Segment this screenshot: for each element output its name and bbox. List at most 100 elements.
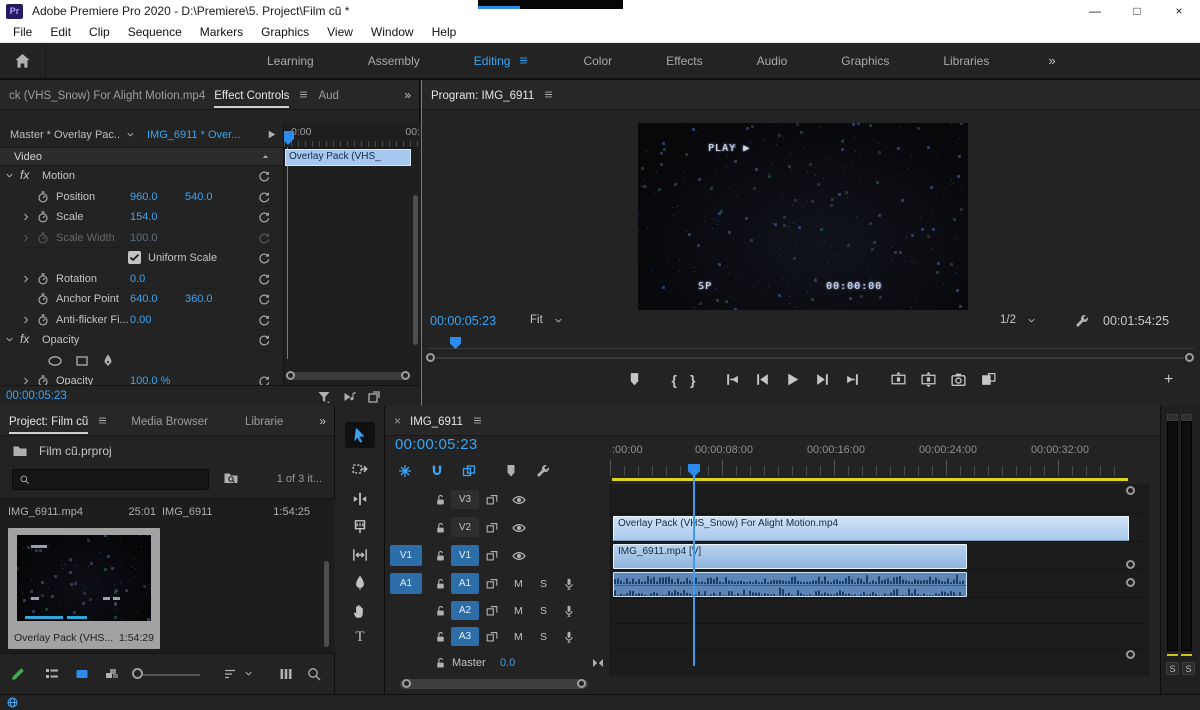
chevron-down-icon[interactable] xyxy=(243,668,254,679)
panel-menu-icon[interactable] xyxy=(472,415,483,426)
hamburger-icon[interactable] xyxy=(518,55,529,66)
sync-lock-icon[interactable] xyxy=(485,577,499,591)
menu-window[interactable]: Window xyxy=(362,25,423,39)
bowtie-icon[interactable] xyxy=(590,655,606,671)
tool-ripple-edit[interactable] xyxy=(345,486,375,512)
timeline-horizontal-scrollbar[interactable] xyxy=(400,678,1135,690)
lock-icon[interactable] xyxy=(434,521,447,534)
project-item-selected[interactable]: Overlay Pack (VHS...1:54:29 xyxy=(8,528,160,649)
add-marker-icon[interactable] xyxy=(503,463,519,479)
scroll-handle-right[interactable] xyxy=(577,679,586,688)
menu-help[interactable]: Help xyxy=(423,25,466,39)
source-patch-a1[interactable]: A1 xyxy=(390,573,422,594)
effect-mini-ruler[interactable]: 0:00 00: xyxy=(284,122,420,148)
linked-selection-icon[interactable] xyxy=(461,463,477,479)
chevron-down-icon[interactable] xyxy=(4,170,15,181)
property-value[interactable]: 100.0 % xyxy=(130,375,170,385)
tab-audio-partial[interactable]: Aud xyxy=(318,82,338,108)
tool-hand[interactable] xyxy=(345,598,375,624)
panel-overflow-button[interactable]: » xyxy=(319,414,325,428)
workspace-tab-learning[interactable]: Learning xyxy=(240,42,341,79)
solo-button[interactable]: S xyxy=(540,631,547,643)
lock-icon[interactable] xyxy=(434,550,447,563)
settings-wrench-icon[interactable] xyxy=(1074,313,1090,329)
mini-clip-bar[interactable]: Overlay Pack (VHS_ xyxy=(285,149,411,166)
track-target-v2[interactable]: V2 xyxy=(451,517,479,537)
mini-scrollbar-thumb[interactable] xyxy=(291,372,405,380)
track-scroll-handle[interactable] xyxy=(1126,650,1135,659)
go-to-out-icon[interactable] xyxy=(844,371,861,388)
menu-clip[interactable]: Clip xyxy=(80,25,119,39)
pen-mask-icon[interactable] xyxy=(100,353,116,369)
sync-lock-icon[interactable] xyxy=(485,493,499,507)
mic-icon[interactable] xyxy=(562,604,576,618)
lock-icon[interactable] xyxy=(434,657,447,670)
rect-mask-icon[interactable] xyxy=(74,353,90,369)
program-scrub-track[interactable] xyxy=(428,348,1194,349)
scroll-handle-left[interactable] xyxy=(402,679,411,688)
workspace-tab-graphics[interactable]: Graphics xyxy=(814,42,916,79)
close-button[interactable]: × xyxy=(1158,0,1200,22)
reset-icon[interactable] xyxy=(257,231,271,245)
sync-status-globe-icon[interactable] xyxy=(6,696,19,709)
track-scroll-handle[interactable] xyxy=(1126,560,1135,569)
tool-pen[interactable] xyxy=(345,570,375,596)
play-toggle-icon[interactable] xyxy=(266,129,277,140)
project-item-label[interactable]: IMG_69111:54:25 xyxy=(162,506,310,518)
reset-icon[interactable] xyxy=(257,333,271,347)
export-frame-icon[interactable] xyxy=(950,371,967,388)
master-level-value[interactable]: 0.0 xyxy=(500,657,515,669)
panel-menu-icon[interactable] xyxy=(543,89,554,100)
lock-icon[interactable] xyxy=(434,605,447,618)
stopwatch-icon[interactable] xyxy=(36,231,50,245)
reset-icon[interactable] xyxy=(257,210,271,224)
play-audio-icon[interactable] xyxy=(342,389,358,405)
chevron-right-icon[interactable] xyxy=(20,375,32,385)
ellipse-mask-icon[interactable] xyxy=(44,353,66,369)
settings-wrench-icon[interactable] xyxy=(535,463,551,479)
program-timecode[interactable]: 00:00:05:23 xyxy=(430,314,496,328)
effect-playhead-timecode[interactable]: 00:00:05:23 xyxy=(6,390,67,402)
panel-menu-icon[interactable] xyxy=(97,415,108,426)
sync-lock-icon[interactable] xyxy=(485,549,499,563)
workspace-overflow-button[interactable]: » xyxy=(1048,53,1054,68)
tab-media-browser[interactable]: Media Browser xyxy=(131,408,208,434)
chevron-right-icon[interactable] xyxy=(20,314,32,326)
mic-icon[interactable] xyxy=(562,630,576,644)
stopwatch-icon[interactable] xyxy=(36,292,50,306)
checkbox-checked-icon[interactable] xyxy=(128,251,141,264)
track-target-a3[interactable]: A3 xyxy=(451,627,479,646)
video-section-header[interactable]: Video xyxy=(0,148,283,166)
reset-icon[interactable] xyxy=(257,374,271,385)
source-patch-v1[interactable]: V1 xyxy=(390,545,422,566)
fit-dropdown[interactable]: Fit xyxy=(530,314,564,326)
track-scroll-handle[interactable] xyxy=(1126,578,1135,587)
eye-icon[interactable] xyxy=(511,520,527,536)
play-icon[interactable] xyxy=(784,371,801,388)
pencil-icon[interactable] xyxy=(10,666,26,682)
lock-icon[interactable] xyxy=(434,494,447,507)
stopwatch-icon[interactable] xyxy=(36,374,50,385)
menu-edit[interactable]: Edit xyxy=(41,25,80,39)
workspace-tab-color[interactable]: Color xyxy=(556,42,639,79)
menu-view[interactable]: View xyxy=(318,25,362,39)
chevron-down-icon[interactable] xyxy=(4,334,15,345)
tool-slip[interactable] xyxy=(345,542,375,568)
mark-out-icon[interactable]: } xyxy=(690,372,695,388)
project-root-bin[interactable]: Film cũ.prproj xyxy=(12,443,112,459)
tab-source-monitor-partial[interactable]: ck (VHS_Snow) For Alight Motion.mp4 xyxy=(9,82,205,108)
stopwatch-icon[interactable] xyxy=(36,210,50,224)
timeline-timecode[interactable]: 00:00:05:23 xyxy=(395,436,478,453)
step-forward-icon[interactable] xyxy=(814,371,831,388)
reset-icon[interactable] xyxy=(257,251,271,265)
mark-in-icon[interactable]: { xyxy=(672,372,677,388)
workspace-tab-effects[interactable]: Effects xyxy=(639,42,729,79)
filter-properties-icon[interactable] xyxy=(316,389,332,405)
property-value[interactable]: 540.0 xyxy=(185,191,213,203)
freeform-view-icon[interactable] xyxy=(104,666,120,682)
reset-icon[interactable] xyxy=(257,313,271,327)
sync-lock-icon[interactable] xyxy=(485,630,499,644)
menu-graphics[interactable]: Graphics xyxy=(252,25,318,39)
timeline-tracks-area[interactable]: Overlay Pack (VHS_Snow) For Alight Motio… xyxy=(610,484,1150,676)
comparison-view-icon[interactable] xyxy=(980,371,997,388)
